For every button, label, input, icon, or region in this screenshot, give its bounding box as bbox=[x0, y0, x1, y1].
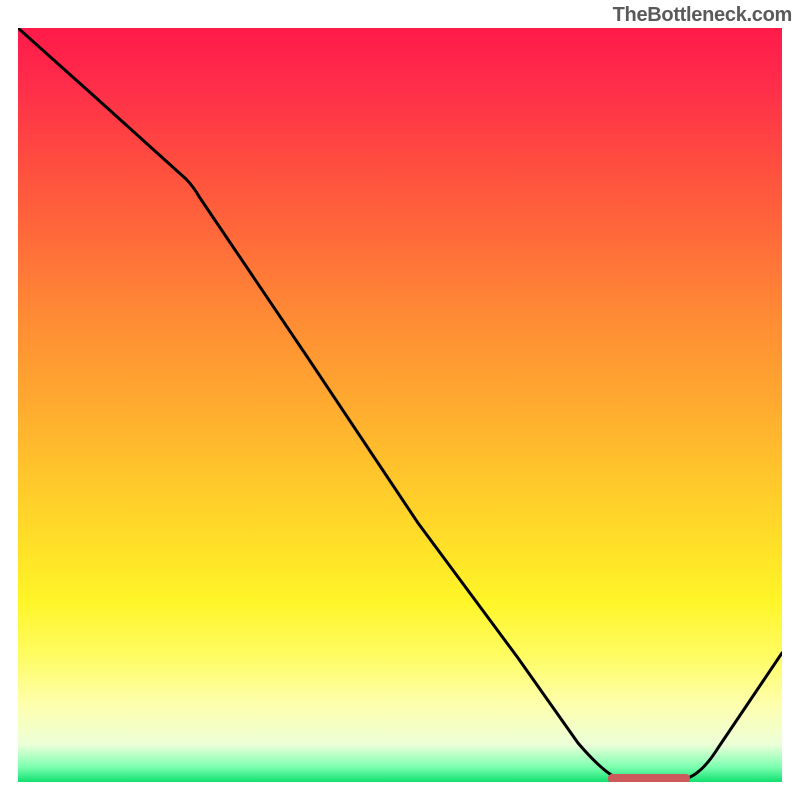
chart-svg bbox=[18, 28, 782, 782]
optimal-range-marker bbox=[608, 774, 690, 782]
watermark-text: TheBottleneck.com bbox=[613, 4, 792, 27]
chart-container: TheBottleneck.com bbox=[0, 0, 800, 800]
plot-area bbox=[18, 28, 782, 782]
bottleneck-curve-line bbox=[18, 28, 782, 780]
